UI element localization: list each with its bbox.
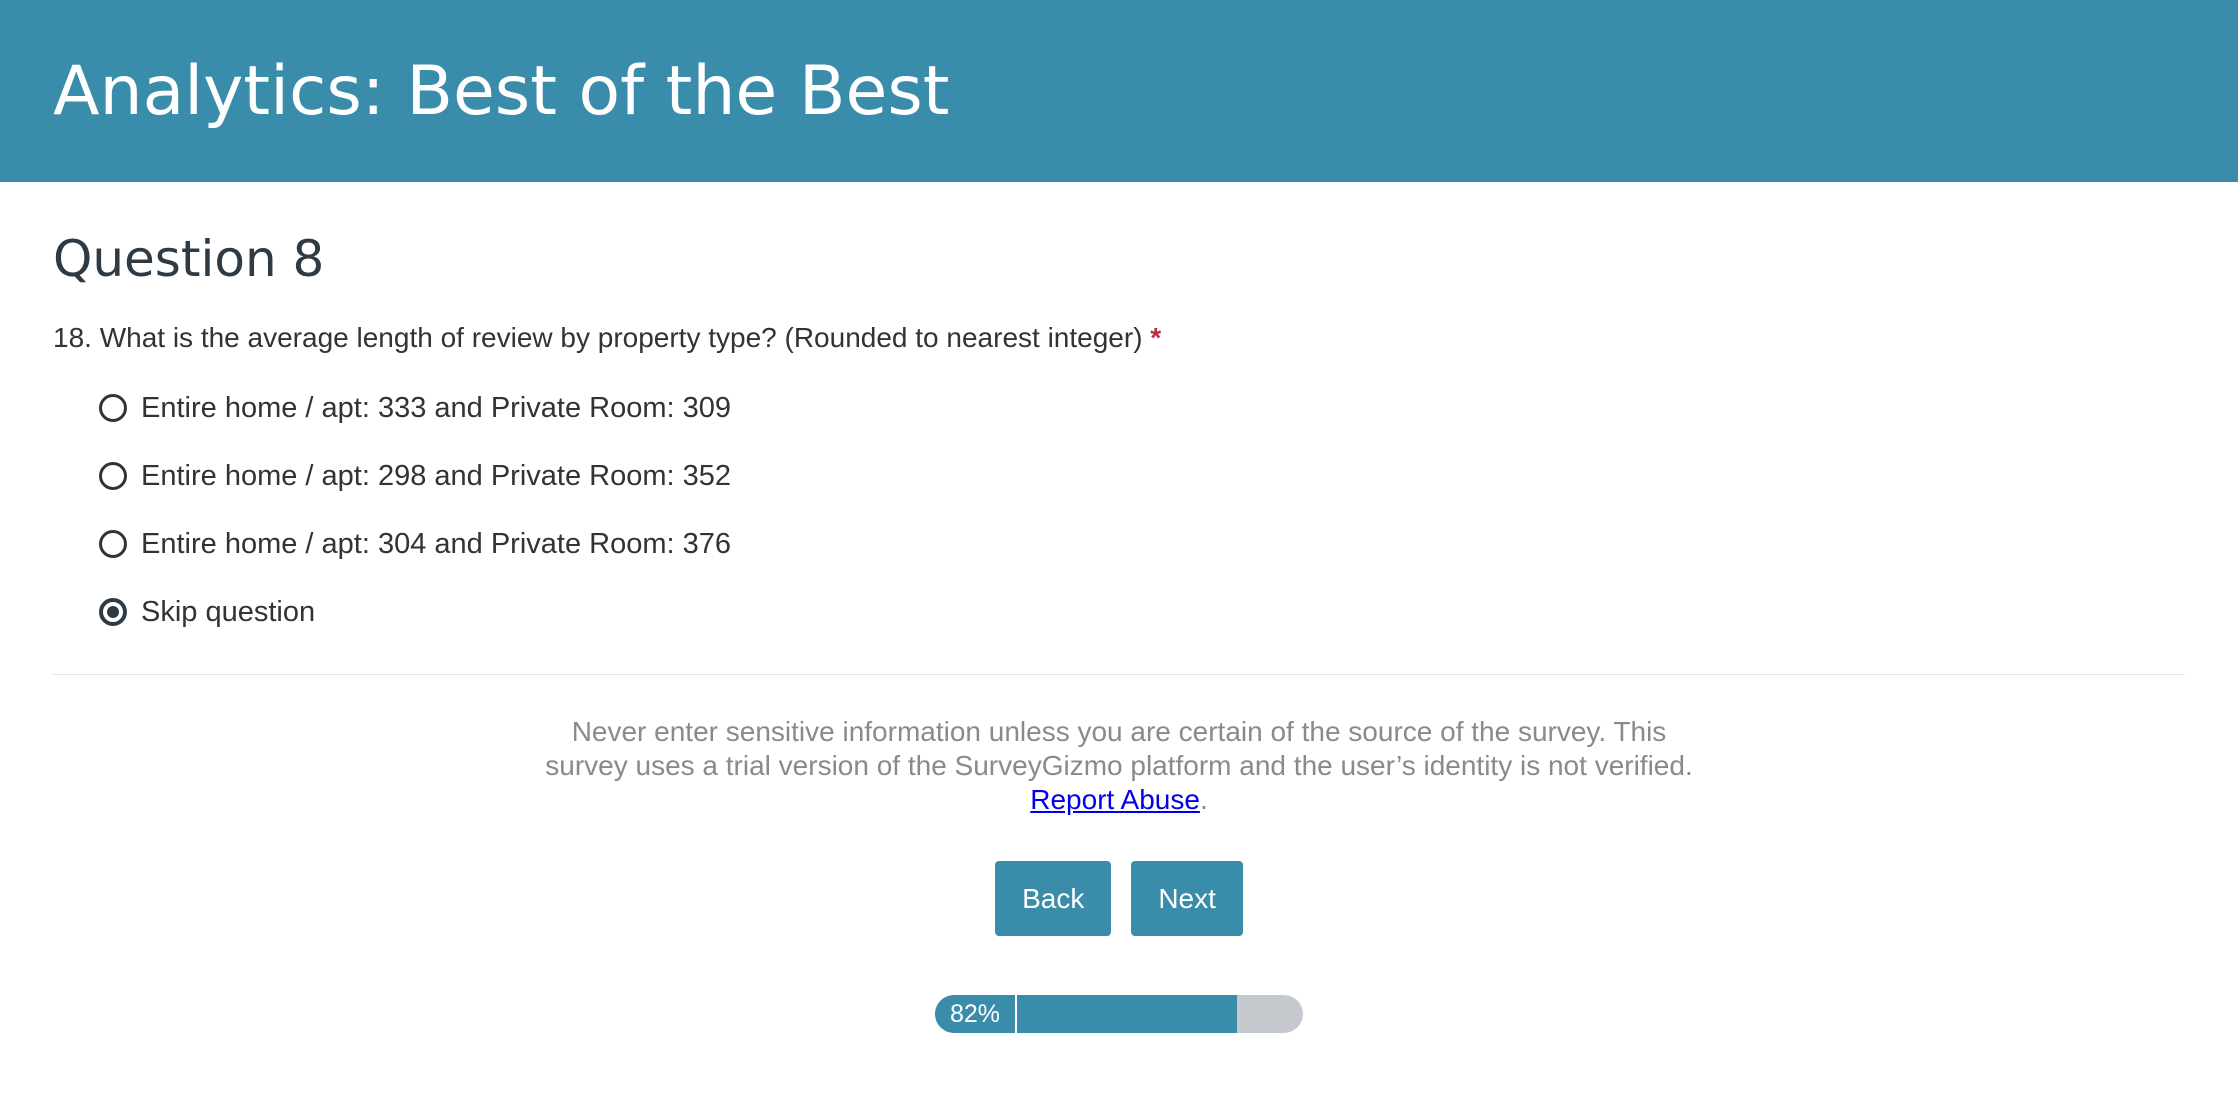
report-abuse-link[interactable]: Report Abuse xyxy=(1030,784,1200,815)
survey-content: Question 8 18. What is the average lengt… xyxy=(0,230,2238,1033)
progress-fill: 82% xyxy=(935,995,1237,1033)
back-button[interactable]: Back xyxy=(995,861,1112,936)
navigation-buttons: Back Next xyxy=(53,861,2185,936)
option-label: Entire home / apt: 304 and Private Room:… xyxy=(141,527,732,560)
disclaimer-period: . xyxy=(1199,784,1208,815)
required-marker: * xyxy=(1150,322,1162,353)
radio-button[interactable] xyxy=(99,462,127,490)
page-title: Question 8 xyxy=(53,230,325,288)
survey-header: Analytics: Best of the Best xyxy=(0,0,2238,182)
radio-button[interactable] xyxy=(99,598,127,626)
option-label: Entire home / apt: 298 and Private Room:… xyxy=(141,459,732,492)
progress-bar: 82% xyxy=(935,995,1303,1033)
survey-title: Analytics: Best of the Best xyxy=(53,51,950,131)
answer-option-1[interactable]: Entire home / apt: 333 and Private Room:… xyxy=(99,374,2185,442)
progress-wrapper: 82% xyxy=(53,995,2185,1033)
radio-button[interactable] xyxy=(99,394,127,422)
answer-option-2[interactable]: Entire home / apt: 298 and Private Room:… xyxy=(99,442,2185,510)
disclaimer-text: Never enter sensitive information unless… xyxy=(545,716,1693,781)
radio-button[interactable] xyxy=(99,530,127,558)
option-label: Skip question xyxy=(141,595,316,628)
next-button[interactable]: Next xyxy=(1131,861,1243,936)
answer-option-skip[interactable]: Skip question xyxy=(99,578,2185,646)
answer-options: Entire home / apt: 333 and Private Room:… xyxy=(99,374,2185,646)
divider xyxy=(53,674,2185,675)
option-label: Entire home / apt: 333 and Private Room:… xyxy=(141,391,732,424)
question-text: 18. What is the average length of review… xyxy=(53,322,2185,354)
answer-option-3[interactable]: Entire home / apt: 304 and Private Room:… xyxy=(99,510,2185,578)
security-disclaimer: Never enter sensitive information unless… xyxy=(534,715,1704,817)
progress-label: 82% xyxy=(935,995,1017,1033)
question-label: 18. What is the average length of review… xyxy=(53,322,1143,353)
